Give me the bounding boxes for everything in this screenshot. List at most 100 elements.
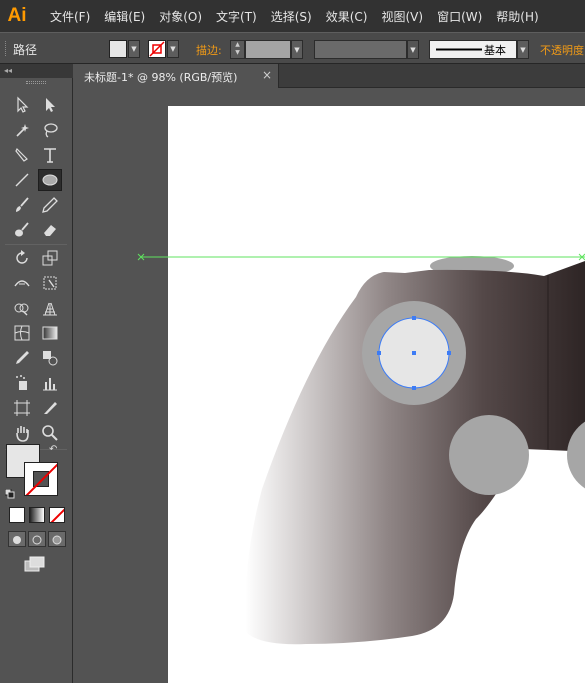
dpad-button-left[interactable] [449,415,529,495]
anchor-point-left[interactable] [377,351,381,355]
menu-help[interactable]: 帮助(H) [489,8,545,25]
none-mode-button[interactable] [49,507,65,523]
shape-builder-icon [14,303,29,316]
draw-behind-button[interactable] [28,531,46,547]
fill-color-swatch[interactable] [109,40,127,58]
width-tool[interactable] [10,272,34,294]
default-fill-stroke-icon[interactable] [4,484,15,499]
draw-inside-button[interactable] [48,531,66,547]
selection-tool[interactable] [10,94,34,116]
perspective-grid-icon [43,302,57,316]
selection-arrow-icon [17,96,29,113]
paintbrush-tool[interactable] [10,194,34,216]
eyedropper-tool[interactable] [10,347,34,369]
pen-nib-icon [15,147,28,162]
shape-builder-tool[interactable] [10,297,34,319]
swap-fill-stroke-icon[interactable]: ↶ [49,444,57,455]
eraser-icon [44,225,56,236]
line-segment-tool[interactable] [10,169,34,191]
gradient-mode-button[interactable] [29,507,45,523]
stroke-weight-spinner[interactable]: ▲ ▼ [230,40,245,59]
tools-panel-grip[interactable] [26,81,46,84]
stroke-weight-input[interactable] [245,40,291,59]
artwork-canvas[interactable] [74,89,585,683]
direct-selection-arrow-icon [46,98,55,112]
anchor-point-right[interactable] [447,351,451,355]
paintbrush-icon [16,197,29,212]
magic-wand-tool[interactable] [10,119,34,141]
stroke-weight-dropdown-arrow[interactable]: ▼ [291,40,303,59]
hand-tool[interactable] [10,422,34,444]
menu-file[interactable]: 文件(F) [43,8,97,25]
draw-normal-button[interactable] [8,531,26,547]
menu-type[interactable]: 文字(T) [209,8,264,25]
fill-dropdown-arrow[interactable]: ▼ [128,40,140,58]
column-graph-icon [43,378,57,391]
blend-icon [43,351,58,366]
change-screen-mode-button[interactable] [24,556,46,572]
anchor-point-top[interactable] [412,316,416,320]
artboard-tool[interactable] [10,397,34,419]
scale-tool[interactable] [38,247,62,269]
menu-effect[interactable]: 效果(C) [319,8,375,25]
control-bar: 路径 ▼ ▼ 描边: ▲ ▼ ▼ ▼ 基本 ▼ 不透明度 [0,32,585,64]
menu-window[interactable]: 窗口(W) [430,8,489,25]
mesh-tool[interactable] [10,322,34,344]
slice-knife-icon [44,402,57,414]
mesh-icon [14,325,30,341]
type-tool[interactable] [38,144,62,166]
magic-wand-icon [16,124,29,137]
menu-object[interactable]: 对象(O) [152,8,209,25]
gradient-tool[interactable] [38,322,62,344]
blob-brush-tool[interactable] [10,219,34,241]
variable-width-dropdown-arrow[interactable]: ▼ [407,40,419,59]
rotate-icon [16,250,28,264]
variable-width-profile-select[interactable] [314,40,407,59]
zoom-tool[interactable] [38,422,62,444]
menu-view[interactable]: 视图(V) [374,8,430,25]
brush-dropdown-arrow[interactable]: ▼ [517,40,529,59]
close-icon[interactable]: × [262,68,272,82]
document-tab-bar: 未标题-1* @ 98% (RGB/预览) × [74,64,585,88]
tool-separator [5,244,67,245]
eraser-tool[interactable] [38,219,62,241]
menu-edit[interactable]: 编辑(E) [97,8,152,25]
free-transform-tool[interactable] [38,272,62,294]
symbol-sprayer-tool[interactable] [10,372,34,394]
stroke-color-swatch[interactable] [148,40,166,58]
pen-tool[interactable] [10,144,34,166]
pencil-tool[interactable] [38,194,62,216]
stroke-dropdown-arrow[interactable]: ▼ [167,40,179,58]
perspective-grid-tool[interactable] [38,297,62,319]
type-t-icon [44,148,56,163]
blend-tool[interactable] [38,347,62,369]
pasteboard[interactable] [74,89,585,683]
stroke-none-icon [149,41,165,57]
menu-select[interactable]: 选择(S) [264,8,319,25]
free-transform-icon [43,276,57,290]
slice-tool[interactable] [38,397,62,419]
rotate-tool[interactable] [10,247,34,269]
stroke-color-box[interactable] [24,462,58,496]
document-tab-title: 未标题-1* @ 98% (RGB/预览) [84,71,238,84]
scale-icon [42,250,58,266]
brush-definition-label: 基本 [484,44,506,57]
direct-selection-tool[interactable] [38,94,62,116]
document-tab[interactable]: 未标题-1* @ 98% (RGB/预览) × [74,64,279,88]
width-icon [14,280,30,287]
color-mode-button[interactable] [9,507,25,523]
gradient-icon [42,326,58,340]
control-bar-grip[interactable] [5,41,7,56]
app-logo[interactable]: Ai [2,0,32,32]
selection-type-label: 路径 [13,43,38,57]
anchor-point-bottom[interactable] [412,386,416,390]
column-graph-tool[interactable] [38,372,62,394]
lasso-tool[interactable] [38,119,62,141]
tools-panel-header[interactable]: ◂◂ [0,64,73,78]
opacity-label[interactable]: 不透明度 [540,42,584,58]
stroke-weight-label[interactable]: 描边: [196,42,222,58]
lasso-icon [44,123,58,138]
center-point[interactable] [412,351,416,355]
ellipse-tool[interactable] [38,169,62,191]
hand-icon [16,426,29,442]
